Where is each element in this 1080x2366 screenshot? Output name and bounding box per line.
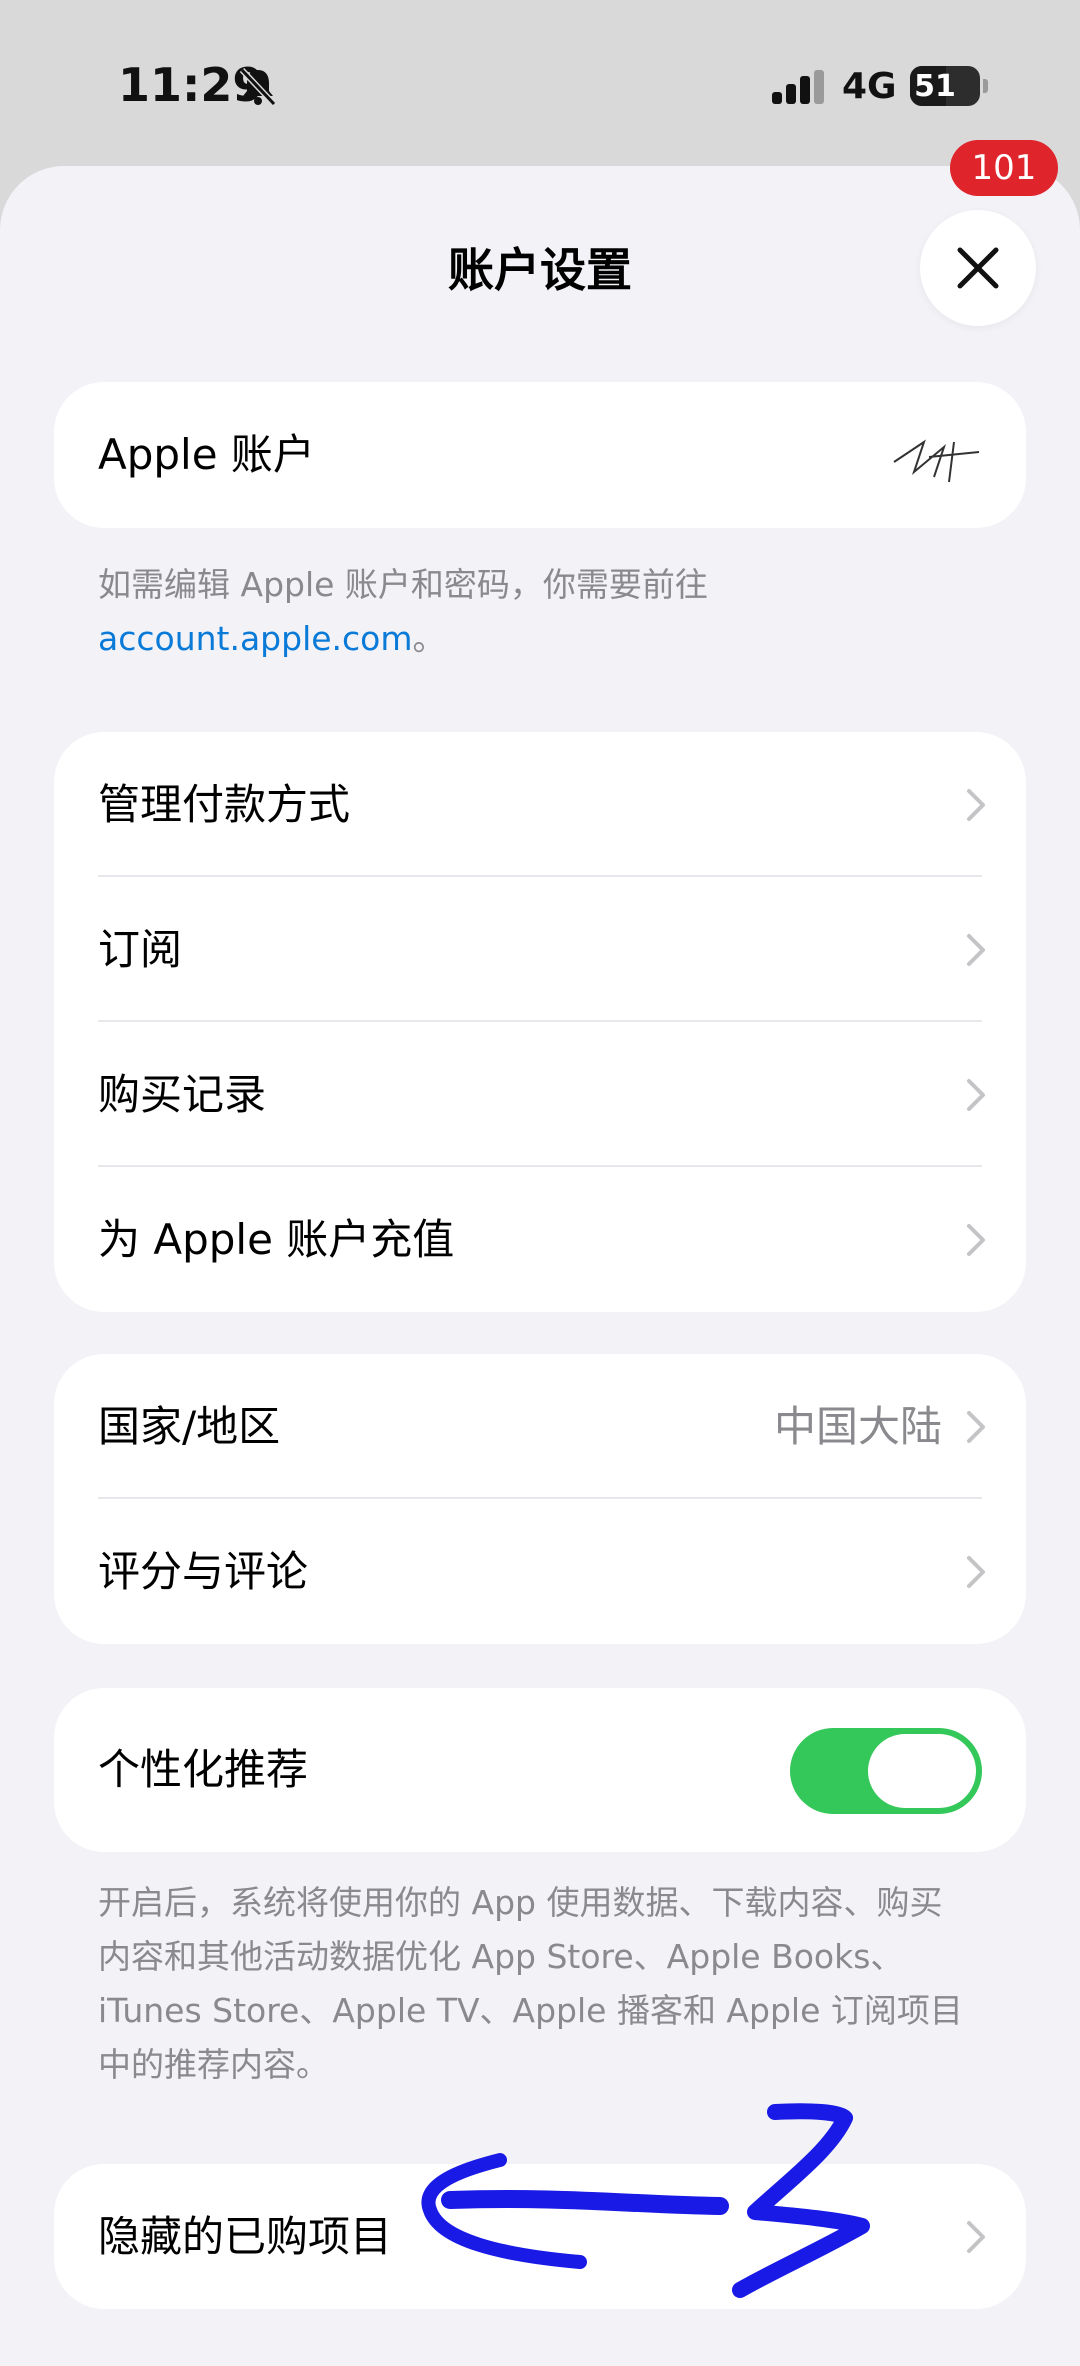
- arrow-annotation-icon: [421, 2103, 870, 2298]
